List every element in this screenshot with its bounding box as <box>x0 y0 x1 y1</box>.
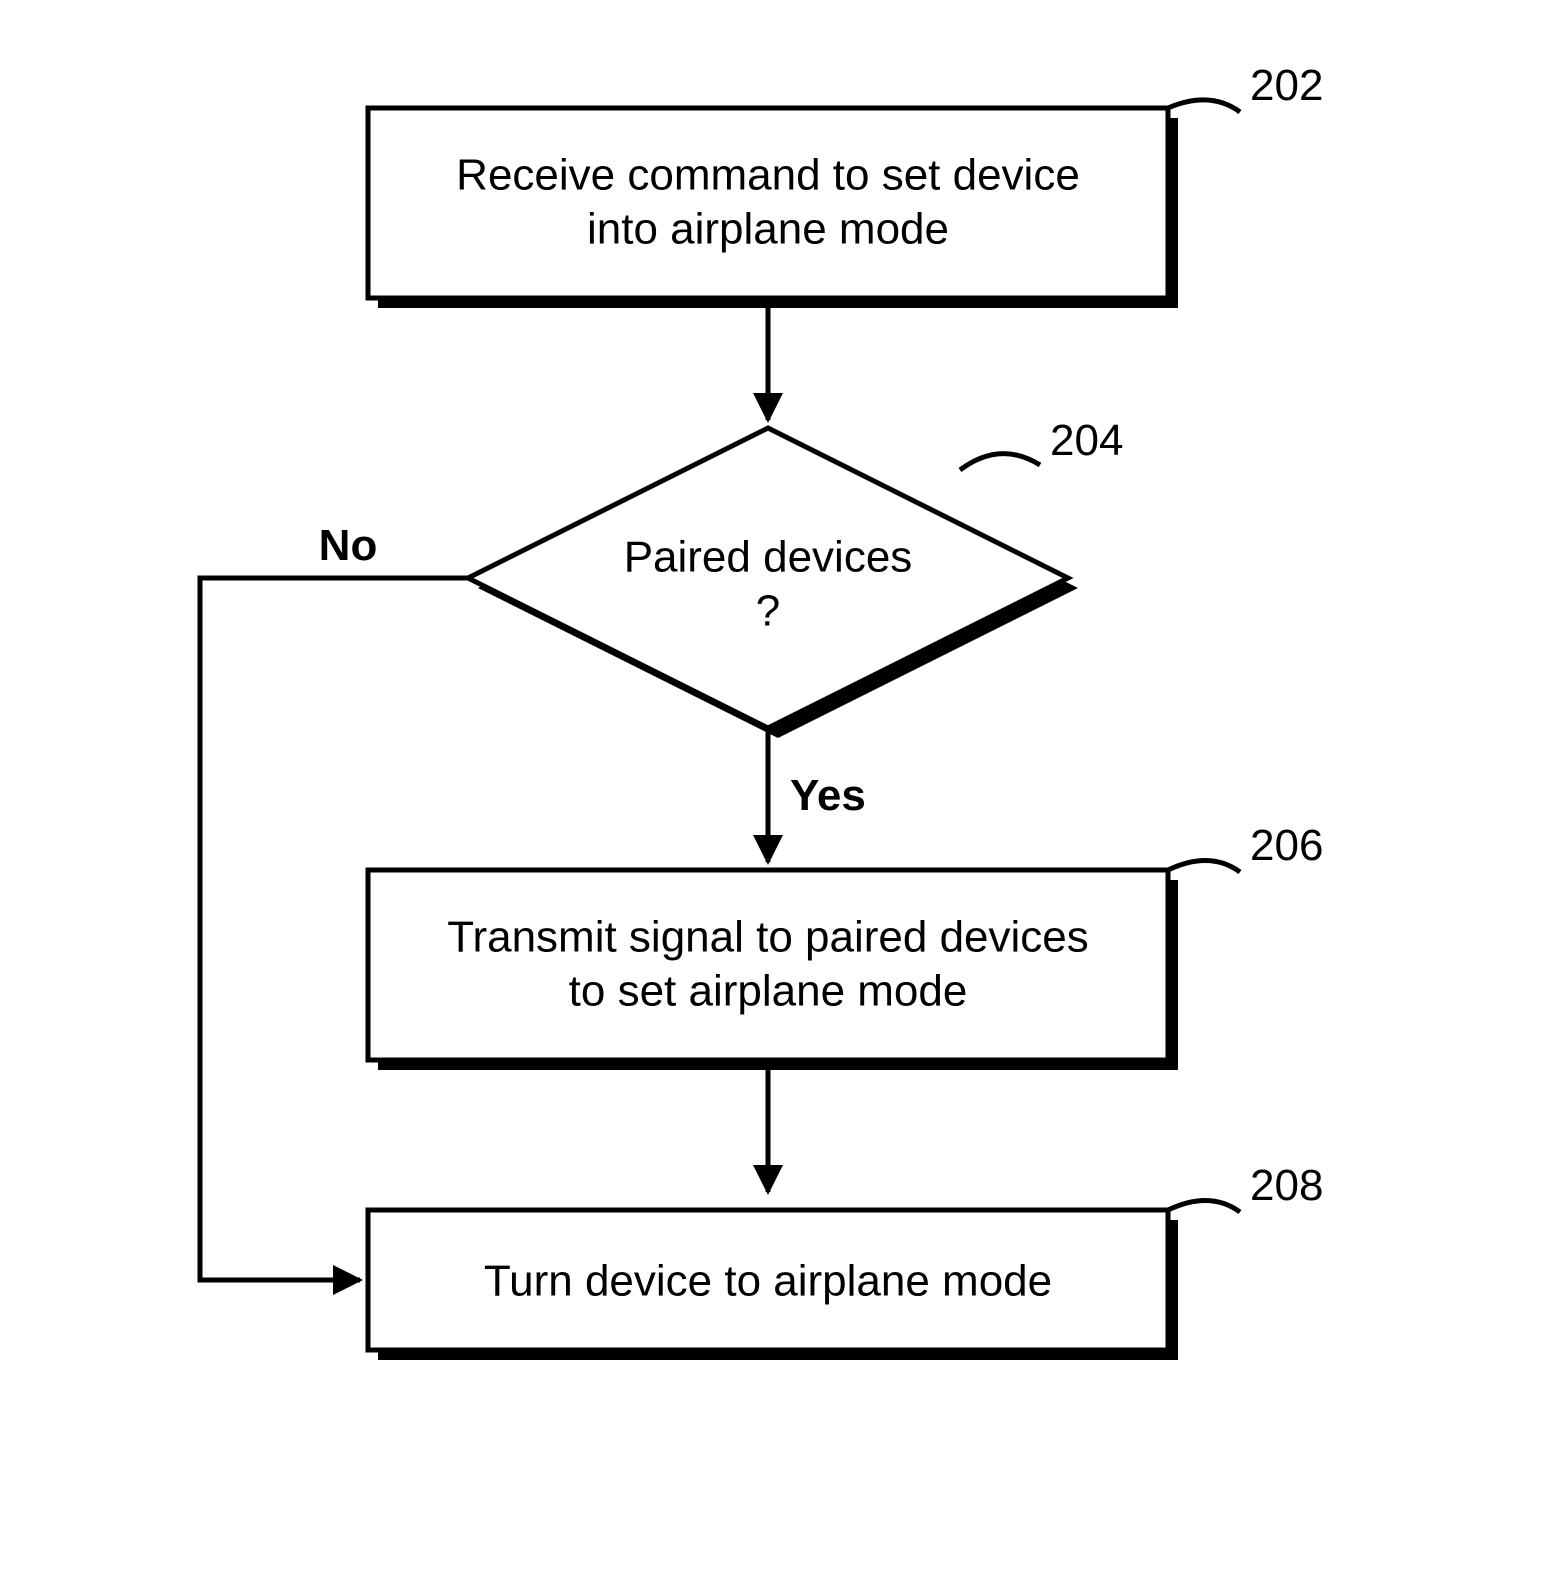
flow-decision-204: Paired devices ? 204 <box>468 416 1123 738</box>
ref-208: 208 <box>1250 1161 1323 1210</box>
flow-node-208: Turn device to airplane mode 208 <box>368 1161 1323 1360</box>
edge-label-no: No <box>319 521 378 570</box>
node-206-line2: to set airplane mode <box>569 967 968 1016</box>
ref-204: 204 <box>1050 416 1123 465</box>
flow-node-206: Transmit signal to paired devices to set… <box>368 821 1323 1070</box>
node-204-line1: Paired devices <box>624 533 913 582</box>
edge-label-yes: Yes <box>790 771 866 820</box>
ref-202: 202 <box>1250 61 1323 110</box>
node-202-line2: into airplane mode <box>587 205 949 254</box>
flowchart: Receive command to set device into airpl… <box>0 0 1548 1569</box>
node-206-line1: Transmit signal to paired devices <box>447 913 1089 962</box>
node-202-line1: Receive command to set device <box>456 151 1080 200</box>
node-204-line2: ? <box>756 587 780 636</box>
ref-206: 206 <box>1250 821 1323 870</box>
flow-node-202: Receive command to set device into airpl… <box>368 61 1323 308</box>
node-208-line1: Turn device to airplane mode <box>484 1257 1052 1306</box>
